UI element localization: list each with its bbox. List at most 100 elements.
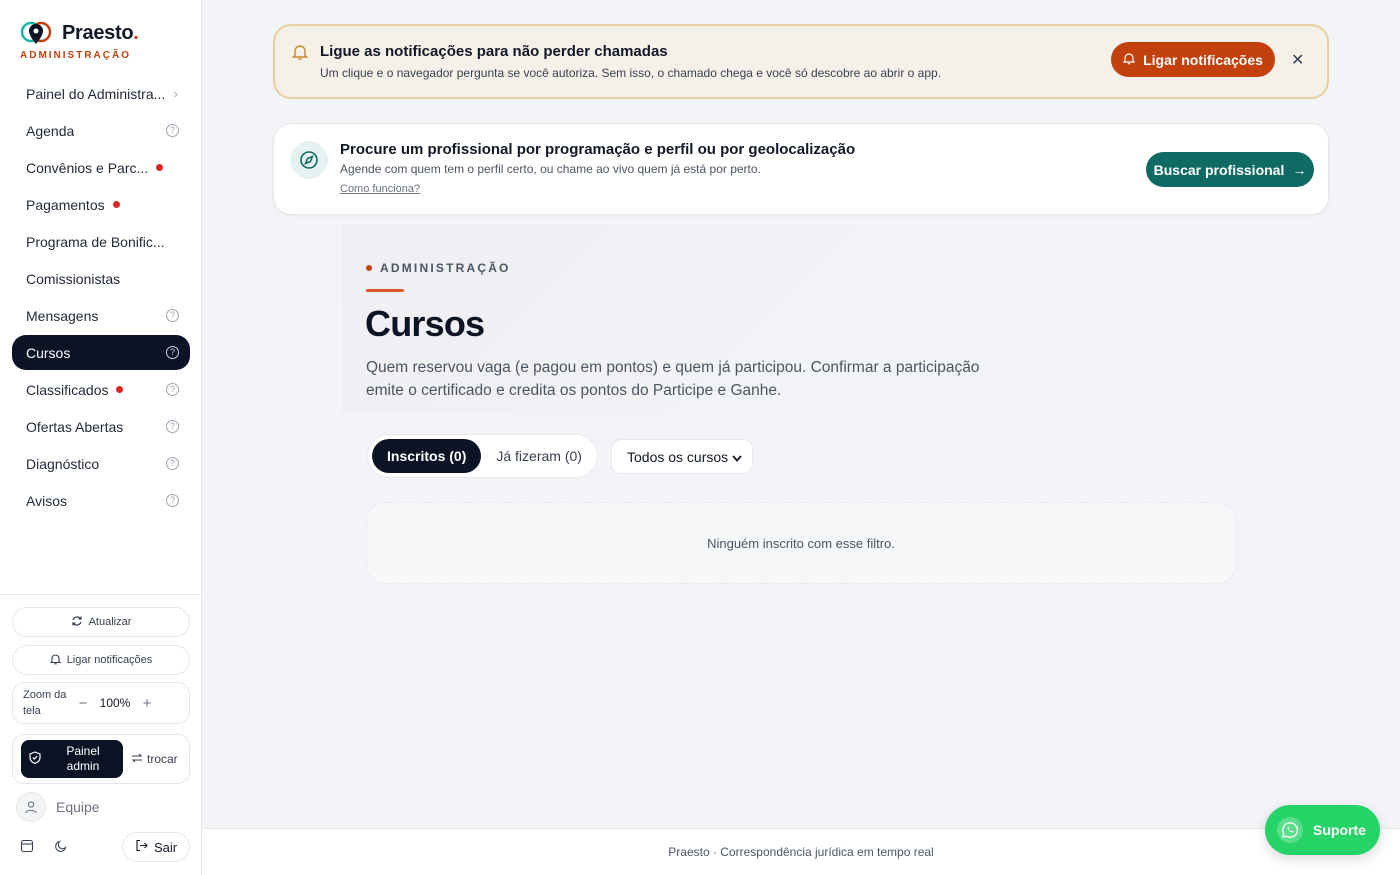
support-whatsapp-button[interactable]: Suporte (1265, 805, 1380, 855)
notification-dot (156, 164, 164, 171)
help-icon[interactable]: ? (166, 346, 179, 359)
sidebar-item-label: Diagnóstico (26, 455, 100, 472)
team-user[interactable]: Equipe (16, 792, 100, 822)
notification-text: Um clique e o navegador pergunta se você… (320, 66, 942, 80)
sidebar-item-label: Agenda (26, 122, 75, 139)
course-filter-select[interactable]: Todos os cursos (611, 439, 753, 474)
sidebar-item-mensagens[interactable]: Mensagens ? (12, 298, 190, 333)
find-professional-button[interactable]: Buscar profissional → (1146, 152, 1314, 187)
close-icon[interactable]: ✕ (1291, 50, 1304, 70)
sidebar-item-label: Painel do Administra... (26, 85, 166, 102)
compass-icon (290, 141, 328, 179)
sidebar-item-label: Pagamentos (26, 196, 105, 213)
logout-icon (135, 839, 148, 855)
notification-banner: Ligue as notificações para não perder ch… (273, 24, 1329, 99)
user-avatar-icon (16, 792, 46, 822)
sidebar-footer: Atualizar Ligar notificações Zoom da tel… (0, 594, 202, 875)
help-icon[interactable]: ? (166, 420, 179, 433)
sidebar-item-painel[interactable]: Painel do Administra... › (12, 76, 190, 111)
help-icon[interactable]: ? (166, 494, 179, 507)
brand-name: Praesto. (62, 21, 139, 44)
zoom-out-button[interactable]: − (73, 695, 93, 712)
sidebar-item-label: Cursos (26, 344, 71, 361)
switch-role-label: trocar (147, 752, 178, 766)
chevron-down-icon (732, 449, 742, 465)
find-professional-label: Buscar profissional (1153, 161, 1285, 178)
eyebrow-dot (366, 265, 372, 271)
tab-ja-fizeram[interactable]: Já fizeram (0) (481, 439, 597, 473)
tab-inscritos[interactable]: Inscritos (0) (372, 439, 482, 473)
course-filter-value: Todos os cursos (627, 448, 729, 465)
arrow-right-icon: → (1292, 161, 1307, 178)
brand[interactable]: Praesto. ADMINISTRAÇÃO (20, 20, 139, 62)
sidebar-item-classificados[interactable]: Classificados ? (12, 372, 190, 407)
bell-icon (1122, 52, 1136, 68)
brand-subtitle: ADMINISTRAÇÃO (20, 50, 131, 61)
sidebar-item-label: Mensagens (26, 307, 99, 324)
refresh-label: Atualizar (88, 616, 132, 628)
support-label: Suporte (1313, 822, 1366, 838)
zoom-in-button[interactable]: + (137, 695, 157, 712)
bell-icon (49, 653, 62, 668)
chevron-right-icon: › (173, 86, 178, 101)
sidebar-item-pagamentos[interactable]: Pagamentos (12, 187, 190, 222)
zoom-value: 100% (99, 696, 131, 710)
praesto-logo-icon (20, 20, 54, 46)
help-icon[interactable]: ? (166, 383, 179, 396)
sidebar-item-agenda[interactable]: Agenda ? (12, 113, 190, 148)
sidebar-item-label: Classificados (26, 381, 109, 398)
sidebar-bottom-icons (20, 839, 68, 858)
enrollment-tabs: Inscritos (0) Já fizeram (0) (367, 434, 598, 478)
sidebar-item-label: Ofertas Abertas (26, 418, 124, 435)
zoom-label: Zoom da tela (23, 689, 67, 717)
sidebar-item-ofertas-abertas[interactable]: Ofertas Abertas ? (12, 409, 190, 444)
sidebar-item-label: Convênios e Parc... (26, 159, 149, 176)
empty-state-message: Ninguém inscrito com esse filtro. (707, 535, 895, 551)
empty-state: Ninguém inscrito com esse filtro. (366, 502, 1236, 584)
notification-dot (116, 386, 124, 393)
help-icon[interactable]: ? (166, 457, 179, 470)
help-icon[interactable]: ? (166, 309, 179, 322)
zoom-control: Zoom da tela − 100% + (12, 682, 190, 724)
sidebar: Praesto. ADMINISTRAÇÃO Painel do Adminis… (0, 0, 202, 875)
sidebar-nav: Painel do Administra... › Agenda ? Convê… (12, 76, 190, 520)
sidebar-item-programa-bonificacao[interactable]: Programa de Bonific... (12, 224, 190, 259)
logout-button[interactable]: Sair (122, 832, 190, 862)
enable-notifications-cta[interactable]: Ligar notificações (1111, 42, 1275, 77)
layout-icon[interactable] (20, 839, 34, 858)
sidebar-item-cursos[interactable]: Cursos ? (12, 335, 190, 370)
notification-dot (112, 201, 120, 208)
page-description: Quem reservou vaga (e pagou em pontos) e… (366, 359, 980, 399)
find-professional-card: Procure um profissional por programação … (273, 123, 1329, 215)
footer: Praesto · Correspondência jurídica em te… (202, 828, 1400, 875)
sidebar-item-label: Programa de Bonific... (26, 233, 165, 250)
swap-icon (131, 752, 143, 767)
role-switch: Painel admin trocar (12, 734, 190, 784)
bell-icon (291, 43, 309, 66)
how-it-works-link[interactable]: Como funciona? (340, 183, 420, 195)
sidebar-item-comissionistas[interactable]: Comissionistas (12, 261, 190, 296)
eyebrow-label: ADMINISTRAÇÃO (380, 261, 511, 275)
sidebar-item-convenios[interactable]: Convênios e Parc... (12, 150, 190, 185)
notification-title: Ligue as notificações para não perder ch… (320, 43, 668, 60)
title-accent-rule (366, 289, 404, 292)
enable-notifications-label: Ligar notificações (66, 654, 153, 666)
sidebar-item-label: Comissionistas (26, 270, 121, 287)
refresh-button[interactable]: Atualizar (12, 607, 190, 637)
page-eyebrow: ADMINISTRAÇÃO (366, 261, 511, 275)
enable-notifications-button[interactable]: Ligar notificações (12, 645, 190, 675)
whatsapp-icon (1277, 817, 1303, 843)
panel-admin-label: Painel admin (66, 744, 100, 773)
footer-text: Praesto · Correspondência jurídica em te… (668, 845, 934, 859)
moon-icon[interactable] (54, 839, 68, 858)
sidebar-item-avisos[interactable]: Avisos ? (12, 483, 190, 518)
panel-admin-button[interactable]: Painel admin (21, 740, 123, 778)
page-title: Cursos (365, 303, 485, 344)
shield-icon (29, 751, 41, 767)
sidebar-item-diagnostico[interactable]: Diagnóstico ? (12, 446, 190, 481)
help-icon[interactable]: ? (166, 124, 179, 137)
switch-role-button[interactable]: trocar (131, 752, 178, 767)
find-professional-text: Agende com quem tem o perfil certo, ou c… (340, 162, 761, 176)
sidebar-item-label: Avisos (26, 492, 67, 509)
team-label: Equipe (56, 799, 100, 815)
